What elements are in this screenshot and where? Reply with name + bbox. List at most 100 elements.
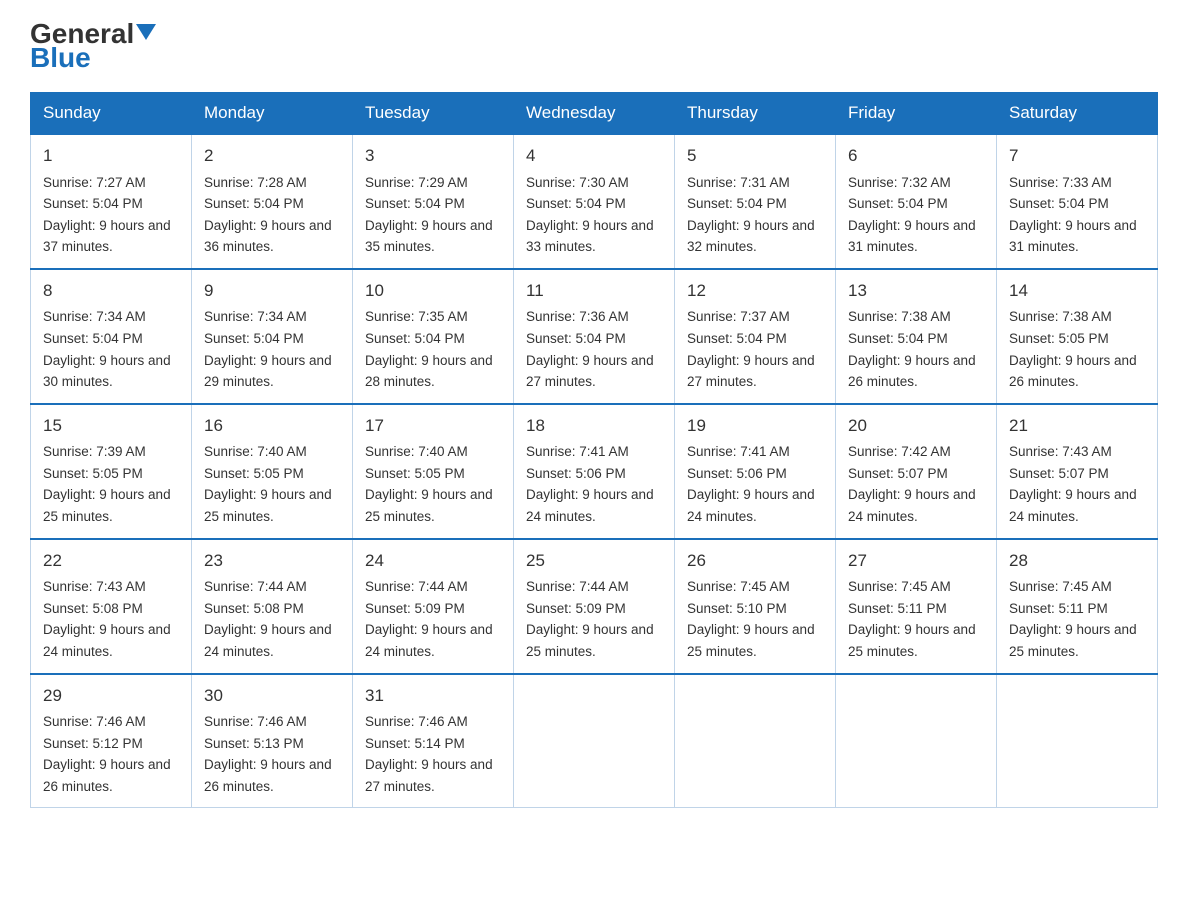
day-number: 20 — [848, 413, 984, 439]
day-number: 11 — [526, 278, 662, 304]
day-number: 30 — [204, 683, 340, 709]
calendar-cell: 24 Sunrise: 7:44 AMSunset: 5:09 PMDaylig… — [353, 539, 514, 674]
calendar-cell: 6 Sunrise: 7:32 AMSunset: 5:04 PMDayligh… — [836, 134, 997, 269]
day-info: Sunrise: 7:44 AMSunset: 5:09 PMDaylight:… — [365, 579, 493, 659]
day-number: 29 — [43, 683, 179, 709]
calendar-cell: 23 Sunrise: 7:44 AMSunset: 5:08 PMDaylig… — [192, 539, 353, 674]
calendar-cell: 11 Sunrise: 7:36 AMSunset: 5:04 PMDaylig… — [514, 269, 675, 404]
calendar-cell: 25 Sunrise: 7:44 AMSunset: 5:09 PMDaylig… — [514, 539, 675, 674]
weekday-header-friday: Friday — [836, 93, 997, 135]
logo-blue: Blue — [30, 44, 156, 72]
day-info: Sunrise: 7:45 AMSunset: 5:10 PMDaylight:… — [687, 579, 815, 659]
calendar-cell: 29 Sunrise: 7:46 AMSunset: 5:12 PMDaylig… — [31, 674, 192, 808]
day-info: Sunrise: 7:45 AMSunset: 5:11 PMDaylight:… — [1009, 579, 1137, 659]
calendar-cell: 21 Sunrise: 7:43 AMSunset: 5:07 PMDaylig… — [997, 404, 1158, 539]
weekday-header-thursday: Thursday — [675, 93, 836, 135]
day-number: 31 — [365, 683, 501, 709]
day-number: 1 — [43, 143, 179, 169]
day-info: Sunrise: 7:42 AMSunset: 5:07 PMDaylight:… — [848, 444, 976, 524]
calendar-cell: 2 Sunrise: 7:28 AMSunset: 5:04 PMDayligh… — [192, 134, 353, 269]
calendar-cell: 9 Sunrise: 7:34 AMSunset: 5:04 PMDayligh… — [192, 269, 353, 404]
day-info: Sunrise: 7:40 AMSunset: 5:05 PMDaylight:… — [365, 444, 493, 524]
day-info: Sunrise: 7:35 AMSunset: 5:04 PMDaylight:… — [365, 309, 493, 389]
calendar-cell — [514, 674, 675, 808]
day-info: Sunrise: 7:28 AMSunset: 5:04 PMDaylight:… — [204, 175, 332, 255]
logo: General Blue — [30, 20, 156, 72]
day-info: Sunrise: 7:40 AMSunset: 5:05 PMDaylight:… — [204, 444, 332, 524]
day-info: Sunrise: 7:46 AMSunset: 5:12 PMDaylight:… — [43, 714, 171, 794]
week-row-4: 22 Sunrise: 7:43 AMSunset: 5:08 PMDaylig… — [31, 539, 1158, 674]
week-row-2: 8 Sunrise: 7:34 AMSunset: 5:04 PMDayligh… — [31, 269, 1158, 404]
day-info: Sunrise: 7:43 AMSunset: 5:08 PMDaylight:… — [43, 579, 171, 659]
day-number: 12 — [687, 278, 823, 304]
day-info: Sunrise: 7:27 AMSunset: 5:04 PMDaylight:… — [43, 175, 171, 255]
day-info: Sunrise: 7:38 AMSunset: 5:04 PMDaylight:… — [848, 309, 976, 389]
calendar-cell: 16 Sunrise: 7:40 AMSunset: 5:05 PMDaylig… — [192, 404, 353, 539]
day-number: 23 — [204, 548, 340, 574]
calendar-cell: 30 Sunrise: 7:46 AMSunset: 5:13 PMDaylig… — [192, 674, 353, 808]
calendar-cell: 31 Sunrise: 7:46 AMSunset: 5:14 PMDaylig… — [353, 674, 514, 808]
week-row-1: 1 Sunrise: 7:27 AMSunset: 5:04 PMDayligh… — [31, 134, 1158, 269]
day-info: Sunrise: 7:41 AMSunset: 5:06 PMDaylight:… — [526, 444, 654, 524]
calendar-cell: 26 Sunrise: 7:45 AMSunset: 5:10 PMDaylig… — [675, 539, 836, 674]
day-number: 10 — [365, 278, 501, 304]
weekday-header-saturday: Saturday — [997, 93, 1158, 135]
day-info: Sunrise: 7:33 AMSunset: 5:04 PMDaylight:… — [1009, 175, 1137, 255]
day-number: 3 — [365, 143, 501, 169]
day-info: Sunrise: 7:45 AMSunset: 5:11 PMDaylight:… — [848, 579, 976, 659]
calendar-cell: 28 Sunrise: 7:45 AMSunset: 5:11 PMDaylig… — [997, 539, 1158, 674]
calendar-cell: 27 Sunrise: 7:45 AMSunset: 5:11 PMDaylig… — [836, 539, 997, 674]
calendar-table: SundayMondayTuesdayWednesdayThursdayFrid… — [30, 92, 1158, 808]
week-row-5: 29 Sunrise: 7:46 AMSunset: 5:12 PMDaylig… — [31, 674, 1158, 808]
day-info: Sunrise: 7:32 AMSunset: 5:04 PMDaylight:… — [848, 175, 976, 255]
calendar-cell: 10 Sunrise: 7:35 AMSunset: 5:04 PMDaylig… — [353, 269, 514, 404]
week-row-3: 15 Sunrise: 7:39 AMSunset: 5:05 PMDaylig… — [31, 404, 1158, 539]
calendar-cell: 20 Sunrise: 7:42 AMSunset: 5:07 PMDaylig… — [836, 404, 997, 539]
day-number: 27 — [848, 548, 984, 574]
calendar-cell: 8 Sunrise: 7:34 AMSunset: 5:04 PMDayligh… — [31, 269, 192, 404]
day-number: 4 — [526, 143, 662, 169]
calendar-cell — [675, 674, 836, 808]
day-info: Sunrise: 7:44 AMSunset: 5:09 PMDaylight:… — [526, 579, 654, 659]
weekday-header-tuesday: Tuesday — [353, 93, 514, 135]
logo-triangle-icon — [136, 24, 156, 40]
day-number: 16 — [204, 413, 340, 439]
calendar-cell: 12 Sunrise: 7:37 AMSunset: 5:04 PMDaylig… — [675, 269, 836, 404]
calendar-cell: 7 Sunrise: 7:33 AMSunset: 5:04 PMDayligh… — [997, 134, 1158, 269]
day-number: 26 — [687, 548, 823, 574]
day-info: Sunrise: 7:46 AMSunset: 5:14 PMDaylight:… — [365, 714, 493, 794]
day-number: 19 — [687, 413, 823, 439]
day-info: Sunrise: 7:34 AMSunset: 5:04 PMDaylight:… — [204, 309, 332, 389]
day-info: Sunrise: 7:36 AMSunset: 5:04 PMDaylight:… — [526, 309, 654, 389]
day-info: Sunrise: 7:38 AMSunset: 5:05 PMDaylight:… — [1009, 309, 1137, 389]
day-number: 17 — [365, 413, 501, 439]
calendar-cell: 15 Sunrise: 7:39 AMSunset: 5:05 PMDaylig… — [31, 404, 192, 539]
weekday-header-row: SundayMondayTuesdayWednesdayThursdayFrid… — [31, 93, 1158, 135]
day-number: 14 — [1009, 278, 1145, 304]
day-number: 21 — [1009, 413, 1145, 439]
weekday-header-monday: Monday — [192, 93, 353, 135]
calendar-cell: 19 Sunrise: 7:41 AMSunset: 5:06 PMDaylig… — [675, 404, 836, 539]
day-info: Sunrise: 7:43 AMSunset: 5:07 PMDaylight:… — [1009, 444, 1137, 524]
day-info: Sunrise: 7:34 AMSunset: 5:04 PMDaylight:… — [43, 309, 171, 389]
weekday-header-sunday: Sunday — [31, 93, 192, 135]
day-number: 18 — [526, 413, 662, 439]
day-info: Sunrise: 7:30 AMSunset: 5:04 PMDaylight:… — [526, 175, 654, 255]
weekday-header-wednesday: Wednesday — [514, 93, 675, 135]
calendar-cell: 13 Sunrise: 7:38 AMSunset: 5:04 PMDaylig… — [836, 269, 997, 404]
day-info: Sunrise: 7:39 AMSunset: 5:05 PMDaylight:… — [43, 444, 171, 524]
day-info: Sunrise: 7:37 AMSunset: 5:04 PMDaylight:… — [687, 309, 815, 389]
calendar-cell: 3 Sunrise: 7:29 AMSunset: 5:04 PMDayligh… — [353, 134, 514, 269]
day-number: 22 — [43, 548, 179, 574]
calendar-cell: 18 Sunrise: 7:41 AMSunset: 5:06 PMDaylig… — [514, 404, 675, 539]
day-number: 15 — [43, 413, 179, 439]
day-info: Sunrise: 7:29 AMSunset: 5:04 PMDaylight:… — [365, 175, 493, 255]
calendar-cell: 1 Sunrise: 7:27 AMSunset: 5:04 PMDayligh… — [31, 134, 192, 269]
calendar-cell: 4 Sunrise: 7:30 AMSunset: 5:04 PMDayligh… — [514, 134, 675, 269]
day-number: 25 — [526, 548, 662, 574]
calendar-cell: 5 Sunrise: 7:31 AMSunset: 5:04 PMDayligh… — [675, 134, 836, 269]
day-info: Sunrise: 7:31 AMSunset: 5:04 PMDaylight:… — [687, 175, 815, 255]
calendar-cell — [997, 674, 1158, 808]
day-number: 24 — [365, 548, 501, 574]
page-header: General Blue — [30, 20, 1158, 72]
